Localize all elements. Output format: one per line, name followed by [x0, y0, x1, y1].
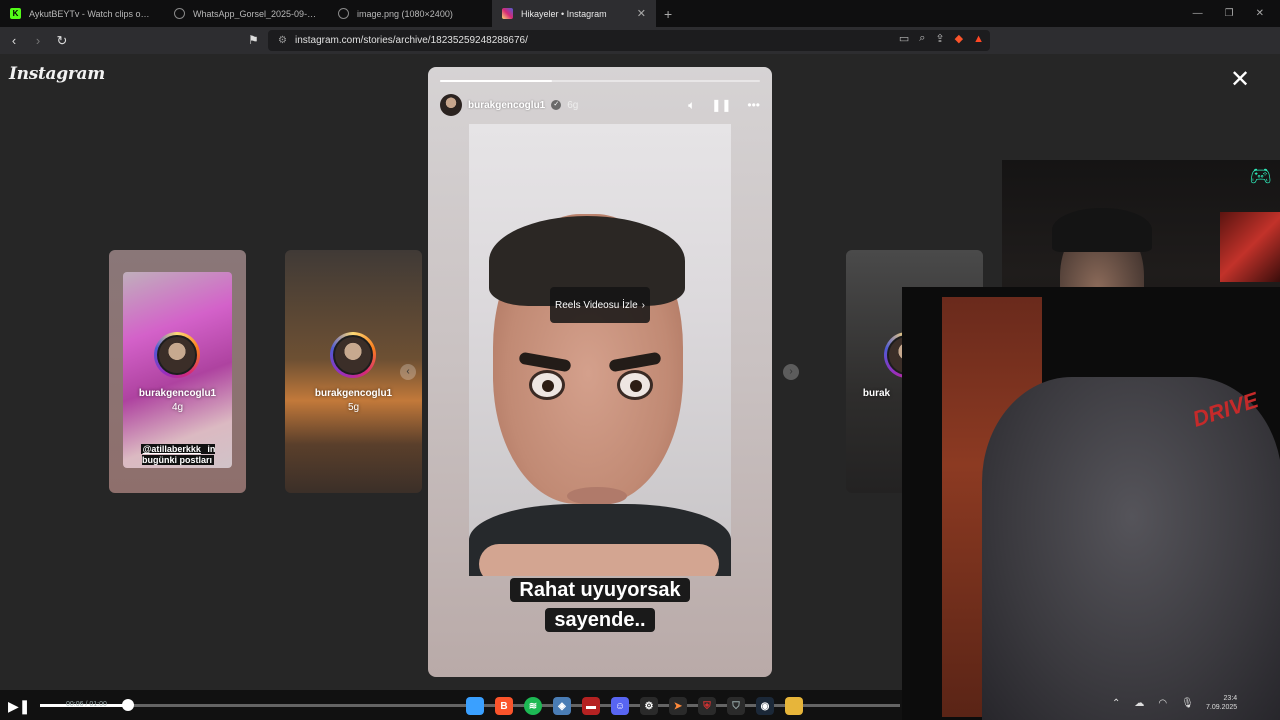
story-preview-1[interactable]: burakgencoglu1 4g @atillaberkkk in bugün… [109, 250, 246, 493]
story-photo-mouth [567, 487, 627, 505]
story-time: 6g [567, 99, 579, 111]
reels-button-label: Reels Videosu İzle [555, 299, 638, 311]
play-icon[interactable]: ▶❚ [8, 698, 31, 715]
streamer-cap [1052, 208, 1152, 252]
chevron-right-icon: › [641, 299, 645, 311]
microphone-icon[interactable]: 🎙︎ [1181, 698, 1194, 709]
avatar [330, 332, 376, 378]
story-progress-fill [440, 80, 552, 82]
valorant-icon[interactable]: ⛉ [727, 697, 745, 715]
story-controls: 🔈︎ ❚❚ ••• [688, 98, 760, 113]
forward-icon[interactable]: › [28, 33, 48, 48]
kick-icon: K [10, 8, 21, 19]
story-time: 5g [347, 402, 360, 413]
avatar[interactable] [440, 94, 462, 116]
story-caption: @atillaberkkk in bugünki postları [123, 444, 233, 466]
spotify-icon[interactable]: ≋ [524, 697, 542, 715]
story-caption: Rahat uyuyorsak sayende.. [428, 575, 772, 635]
bookmark-icon[interactable]: ⚑ [248, 33, 259, 47]
cast-icon[interactable]: ▭ [899, 32, 909, 45]
brave-shield-icon[interactable]: ◆ [955, 32, 963, 45]
current-story[interactable]: burakgencoglu1 ✓ 6g 🔈︎ ❚❚ ••• Reels Vide… [428, 67, 772, 677]
mention-link[interactable]: @atillaberkkk [140, 444, 203, 454]
new-tab-icon[interactable]: + [656, 6, 680, 22]
zoom-icon[interactable]: ⌕ [919, 32, 925, 45]
share-icon[interactable]: ⇪ [935, 32, 944, 45]
wifi-icon[interactable]: ◠ [1158, 698, 1167, 709]
arrow-app-icon[interactable]: ➤ [669, 697, 687, 715]
story-photo-eye [529, 370, 565, 400]
windows-start-icon[interactable] [466, 697, 484, 715]
address-bar[interactable]: ⚙ instagram.com/stories/archive/18235259… [268, 30, 990, 51]
tab-bar: K AykutBEYTv - Watch clips on Kick Whats… [0, 0, 1280, 27]
playback-time: 00:06 / 01:00 [66, 701, 107, 708]
settings-gear-icon[interactable]: ⚙ [640, 697, 658, 715]
brave-rewards-icon[interactable]: ▲ [973, 33, 984, 45]
instagram-logo[interactable]: Instagram [9, 64, 105, 84]
next-story-arrow-icon[interactable]: › [783, 364, 799, 380]
gamepad-icon: 🎮︎ [1249, 166, 1272, 186]
cloud-icon[interactable]: ☁ [1134, 698, 1144, 709]
system-clock[interactable]: 23:4 7.09.2025 [1206, 694, 1237, 712]
windows-taskbar: B ≋ ◈ ▬ ☺ ⚙ ➤ ⛨ ⛉ ◉ [466, 694, 803, 718]
tab-label: image.png (1080×2400) [357, 8, 453, 19]
browser-toolbar: ‹ › ↻ ⚙ instagram.com/stories/archive/18… [0, 27, 1280, 71]
media-app-icon[interactable]: ▬ [582, 697, 600, 715]
tab-instagram-stories[interactable]: Hikayeler • Instagram ✕ [492, 0, 656, 27]
reload-icon[interactable]: ↻ [52, 33, 72, 49]
system-tray: ⌃ ☁ ◠ 🎙︎ [1112, 698, 1194, 709]
shield-app-icon[interactable]: ⛨ [698, 697, 716, 715]
previous-story-arrow-icon[interactable]: ‹ [400, 364, 416, 380]
discord-icon[interactable]: ☺ [611, 697, 629, 715]
caption-line-1: Rahat uyuyorsak [510, 578, 690, 602]
gaming-chair [982, 377, 1280, 720]
url-actions: ▭ ⌕ ⇪ ◆ ▲ [899, 32, 984, 45]
story-photo-eye [617, 370, 653, 400]
story-photo-hand [479, 544, 719, 576]
tab-image-png[interactable]: image.png (1080×2400) [328, 0, 492, 27]
close-icon[interactable]: ✕ [1230, 68, 1250, 92]
more-options-icon[interactable]: ••• [747, 98, 760, 112]
story-header: burakgencoglu1 ✓ 6g 🔈︎ ❚❚ ••• [440, 94, 760, 116]
close-tab-icon[interactable]: ✕ [637, 7, 646, 20]
story-media [469, 124, 731, 576]
avatar [154, 332, 200, 378]
globe-icon [174, 8, 185, 19]
tab-label: AykutBEYTv - Watch clips on Kick [29, 8, 154, 19]
tab-label: Hikayeler • Instagram [521, 8, 607, 19]
minimize-icon[interactable]: — [1193, 8, 1203, 19]
window-controls: — ❐ ✕ [1193, 0, 1280, 27]
chevron-up-icon[interactable]: ⌃ [1112, 698, 1120, 709]
brave-icon[interactable]: B [495, 697, 513, 715]
caption-line-2: sayende.. [545, 608, 655, 632]
story-username: burakgencoglu1 [138, 388, 217, 399]
globe-icon [338, 8, 349, 19]
clock-time: 23:4 [1223, 695, 1238, 702]
background-monitor [1220, 212, 1280, 282]
site-info-icon[interactable]: ⚙ [278, 35, 287, 46]
webcam-overlay-main: DRIVE [902, 287, 1280, 720]
network-app-icon[interactable]: ◈ [553, 697, 571, 715]
story-username: burakgencoglu1 [314, 388, 393, 399]
url-text: instagram.com/stories/archive/1823525924… [294, 35, 528, 46]
tab-whatsapp-image[interactable]: WhatsApp_Gorsel_2025-09-05_saat_ [164, 0, 328, 27]
clock-date: 7.09.2025 [1206, 704, 1238, 711]
volume-icon[interactable]: 🔈︎ [688, 98, 695, 113]
steam-icon[interactable]: ◉ [756, 697, 774, 715]
instagram-icon [502, 8, 513, 19]
story-time: 4g [171, 402, 184, 413]
tab-kick[interactable]: K AykutBEYTv - Watch clips on Kick [0, 0, 164, 27]
story-progress-bar [440, 80, 760, 82]
tab-label: WhatsApp_Gorsel_2025-09-05_saat_ [193, 8, 318, 19]
back-icon[interactable]: ‹ [4, 33, 24, 48]
restore-icon[interactable]: ❐ [1225, 8, 1234, 19]
close-window-icon[interactable]: ✕ [1256, 8, 1264, 19]
verified-icon: ✓ [551, 100, 562, 110]
pause-icon[interactable]: ❚❚ [711, 98, 731, 112]
story-username[interactable]: burakgencoglu1 [468, 100, 545, 111]
seek-handle[interactable] [122, 699, 134, 711]
file-explorer-icon[interactable] [785, 697, 803, 715]
watch-reels-button[interactable]: Reels Videosu İzle › [550, 287, 650, 323]
